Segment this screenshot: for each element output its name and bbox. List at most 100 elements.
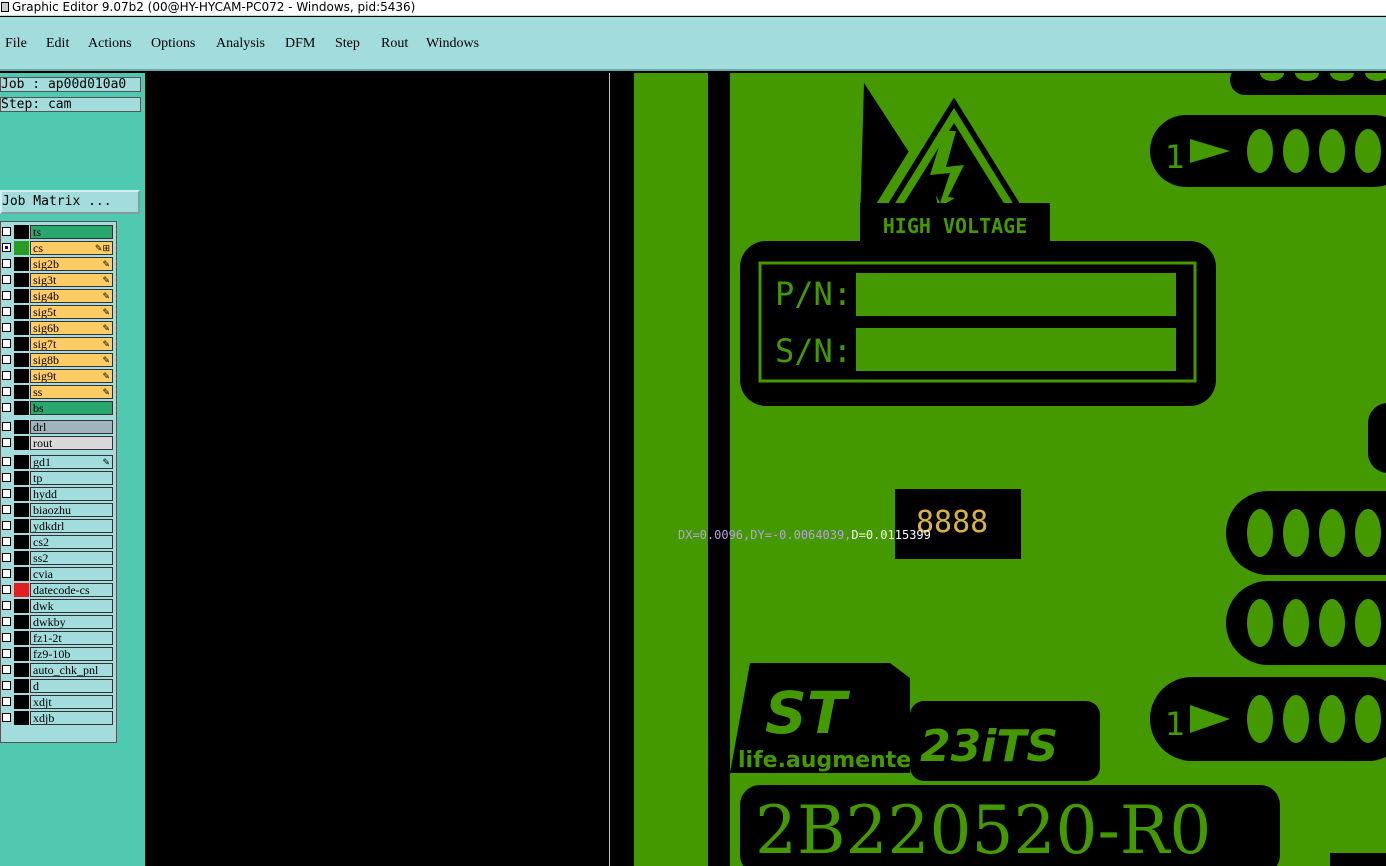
layer-row-cs[interactable]: cs ✎⊞ (1, 240, 117, 256)
layer-row-datecode-cs[interactable]: datecode-cs (1, 582, 117, 598)
layer-color-swatch[interactable] (14, 711, 29, 725)
layer-row-ss2[interactable]: ss2 (1, 550, 117, 566)
layer-row-ts[interactable]: ts (1, 224, 117, 240)
layer-checkbox[interactable] (2, 521, 11, 530)
menu-edit[interactable]: Edit (46, 36, 69, 52)
layer-row-d[interactable]: d (1, 678, 117, 694)
layer-color-swatch[interactable] (14, 436, 29, 450)
layer-color-swatch[interactable] (14, 503, 29, 517)
layer-color-swatch[interactable] (14, 631, 29, 645)
layer-row-rout[interactable]: rout (1, 435, 117, 451)
layer-checkbox[interactable] (2, 617, 11, 626)
layer-checkbox[interactable] (2, 601, 11, 610)
layer-color-swatch[interactable] (14, 519, 29, 533)
menu-rout[interactable]: Rout (381, 36, 408, 52)
layer-checkbox[interactable] (2, 505, 11, 514)
layer-name[interactable]: ss2 (30, 551, 113, 565)
layer-row-sig5t[interactable]: sig5t ✎ (1, 304, 117, 320)
layer-name[interactable]: fz1-2t (30, 631, 113, 645)
layer-row-xdjb[interactable]: xdjb (1, 710, 117, 726)
layer-color-swatch[interactable] (14, 583, 29, 597)
layer-color-swatch[interactable] (14, 420, 29, 434)
layer-name[interactable]: datecode-cs (30, 583, 113, 597)
layer-row-cs2[interactable]: cs2 (1, 534, 117, 550)
layer-color-swatch[interactable] (14, 241, 29, 255)
layer-color-swatch[interactable] (14, 225, 29, 239)
layer-color-swatch[interactable] (14, 567, 29, 581)
layer-name[interactable]: sig5t ✎ (30, 305, 113, 319)
layer-row-sig4b[interactable]: sig4b ✎ (1, 288, 117, 304)
layer-row-sig3t[interactable]: sig3t ✎ (1, 272, 117, 288)
layer-checkbox[interactable] (2, 339, 11, 348)
layer-color-swatch[interactable] (14, 289, 29, 303)
layer-checkbox[interactable] (2, 665, 11, 674)
layer-row-xdjt[interactable]: xdjt (1, 694, 117, 710)
layer-row-sig7t[interactable]: sig7t ✎ (1, 336, 117, 352)
layer-color-swatch[interactable] (14, 353, 29, 367)
layer-checkbox[interactable] (2, 473, 11, 482)
menu-windows[interactable]: Windows (426, 36, 479, 52)
layer-checkbox[interactable] (2, 259, 11, 268)
layer-name[interactable]: xdjt (30, 695, 113, 709)
layer-row-gd1[interactable]: gd1 ✎ (1, 454, 117, 470)
layer-name[interactable]: sig2b ✎ (30, 257, 113, 271)
layer-color-swatch[interactable] (14, 599, 29, 613)
layer-color-swatch[interactable] (14, 471, 29, 485)
layer-row-ydkdrl[interactable]: ydkdrl (1, 518, 117, 534)
layer-name[interactable]: cs ✎⊞ (30, 241, 113, 255)
layer-name[interactable]: sig7t ✎ (30, 337, 113, 351)
menu-step[interactable]: Step (335, 36, 360, 52)
layer-color-swatch[interactable] (14, 385, 29, 399)
layer-color-swatch[interactable] (14, 487, 29, 501)
layer-color-swatch[interactable] (14, 369, 29, 383)
layer-row-fz9-10b[interactable]: fz9-10b (1, 646, 117, 662)
menu-file[interactable]: File (5, 36, 27, 52)
layer-color-swatch[interactable] (14, 305, 29, 319)
layer-name[interactable]: d (30, 679, 113, 693)
layer-row-sig2b[interactable]: sig2b ✎ (1, 256, 117, 272)
layer-name[interactable]: auto_chk_pnl (30, 663, 113, 677)
layer-color-swatch[interactable] (14, 535, 29, 549)
layer-checkbox[interactable] (2, 355, 11, 364)
menu-dfm[interactable]: DFM (285, 36, 315, 52)
layer-checkbox[interactable] (2, 649, 11, 658)
layer-checkbox[interactable] (2, 681, 11, 690)
layer-color-swatch[interactable] (14, 663, 29, 677)
layer-checkbox[interactable] (2, 585, 11, 594)
layer-row-bs[interactable]: bs (1, 400, 117, 416)
layer-checkbox[interactable] (2, 387, 11, 396)
layer-color-swatch[interactable] (14, 679, 29, 693)
menu-actions[interactable]: Actions (88, 36, 132, 52)
layer-checkbox[interactable] (2, 227, 11, 236)
layer-color-swatch[interactable] (14, 647, 29, 661)
layer-color-swatch[interactable] (14, 695, 29, 709)
layer-row-tp[interactable]: tp (1, 470, 117, 486)
layer-name[interactable]: sig3t ✎ (30, 273, 113, 287)
layer-row-sig6b[interactable]: sig6b ✎ (1, 320, 117, 336)
layer-row-sig8b[interactable]: sig8b ✎ (1, 352, 117, 368)
layer-row-biaozhu[interactable]: biaozhu (1, 502, 117, 518)
layer-row-hydd[interactable]: hydd (1, 486, 117, 502)
layer-checkbox[interactable] (2, 243, 11, 252)
layer-color-swatch[interactable] (14, 257, 29, 271)
layer-color-swatch[interactable] (14, 551, 29, 565)
layer-name[interactable]: bs (30, 401, 113, 415)
layer-name[interactable]: gd1 ✎ (30, 455, 113, 469)
layer-checkbox[interactable] (2, 713, 11, 722)
layer-row-auto_chk_pnl[interactable]: auto_chk_pnl (1, 662, 117, 678)
layer-checkbox[interactable] (2, 553, 11, 562)
layer-name[interactable]: rout (30, 436, 113, 450)
layer-name[interactable]: biaozhu (30, 503, 113, 517)
layer-row-sig9t[interactable]: sig9t ✎ (1, 368, 117, 384)
layer-name[interactable]: cvia (30, 567, 113, 581)
layer-row-dwkby[interactable]: dwkby (1, 614, 117, 630)
board-view[interactable]: 1 HIGH VOLTAGE P/N: S/N: 1 ST life.augme… (610, 73, 1386, 866)
layer-checkbox[interactable] (2, 489, 11, 498)
layer-checkbox[interactable] (2, 275, 11, 284)
layer-checkbox[interactable] (2, 537, 11, 546)
layer-name[interactable]: ts (30, 225, 113, 239)
layer-checkbox[interactable] (2, 457, 11, 466)
layer-color-swatch[interactable] (14, 273, 29, 287)
layer-row-cvia[interactable]: cvia (1, 566, 117, 582)
graphic-canvas[interactable]: 1 HIGH VOLTAGE P/N: S/N: 1 ST life.augme… (610, 73, 1386, 866)
